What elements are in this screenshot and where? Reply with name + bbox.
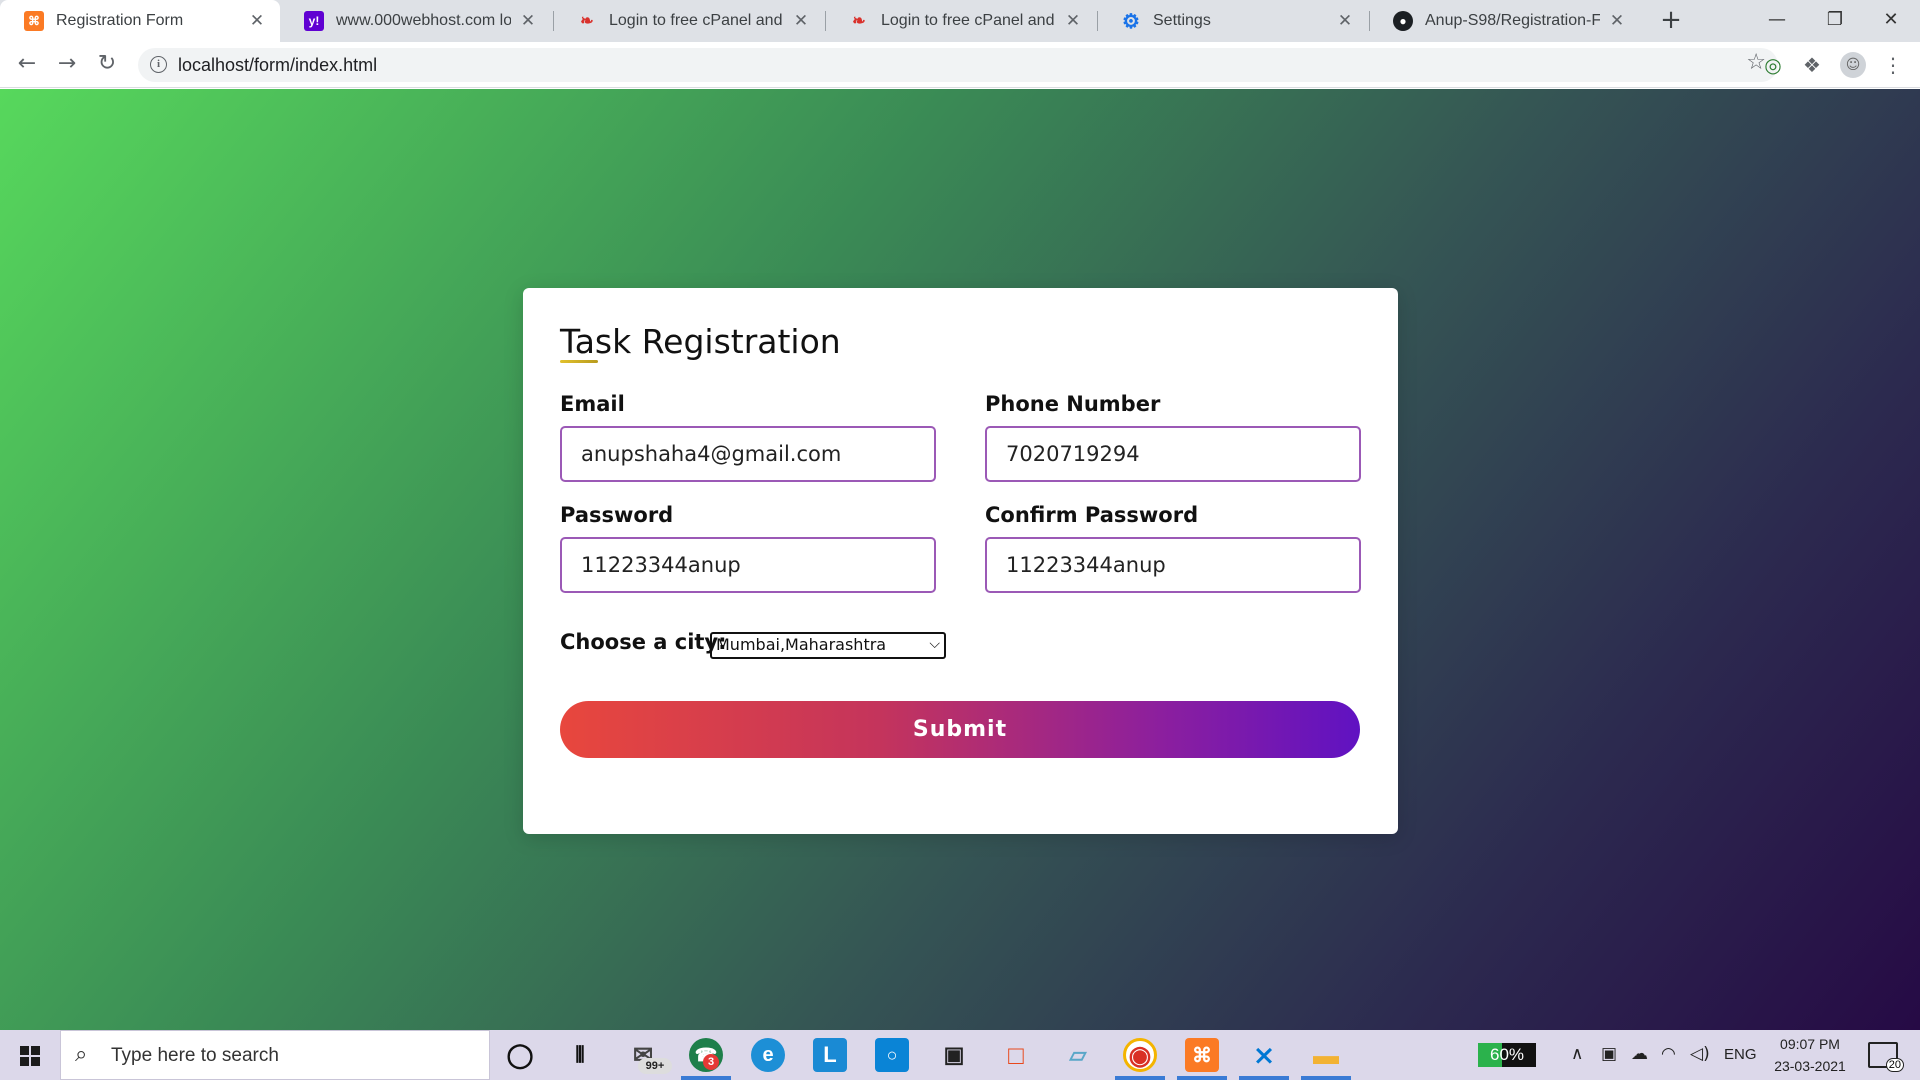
battery-percent: 60% bbox=[1490, 1045, 1525, 1064]
back-button[interactable]: ← bbox=[11, 49, 43, 81]
close-icon[interactable]: ✕ bbox=[1608, 11, 1626, 31]
confirm-password-field[interactable]: 11223344anup bbox=[985, 537, 1361, 593]
search-icon: ⌕ bbox=[75, 1042, 88, 1067]
wifi-icon[interactable]: ◠ bbox=[1661, 1044, 1676, 1064]
close-icon[interactable]: ✕ bbox=[248, 11, 266, 31]
tab-title: Anup-S98/Registration-Form bbox=[1425, 12, 1600, 29]
meet-now-icon[interactable]: ▣ bbox=[1601, 1044, 1617, 1064]
close-icon[interactable]: ✕ bbox=[1064, 11, 1082, 31]
page-background: Task Registration Email anupshaha4@gmail… bbox=[0, 89, 1920, 1030]
submit-button[interactable]: Submit bbox=[560, 701, 1360, 758]
password-field[interactable]: 11223344anup bbox=[560, 537, 936, 593]
form-heading: Task Registration bbox=[560, 322, 841, 361]
task-view-icon[interactable]: ⫴ bbox=[563, 1038, 597, 1072]
close-window-button[interactable]: ✕ bbox=[1862, 0, 1920, 42]
phone-field[interactable]: 7020719294 bbox=[985, 426, 1361, 482]
city-label: Choose a city: bbox=[560, 630, 727, 654]
volume-icon[interactable]: ◁) bbox=[1690, 1044, 1710, 1064]
file-explorer-icon[interactable]: ▬ bbox=[1309, 1038, 1343, 1072]
close-icon[interactable]: ✕ bbox=[792, 11, 810, 31]
clock-time: 09:07 PM bbox=[1780, 1036, 1840, 1052]
minimize-button[interactable]: — bbox=[1748, 0, 1806, 42]
cortana-icon[interactable]: ◯ bbox=[503, 1038, 537, 1072]
000webhost-icon: ❧ bbox=[852, 13, 866, 30]
tab-cpanel-login-1[interactable]: ❧ Login to free cPanel and man ✕ bbox=[553, 0, 824, 42]
edge-browser-icon[interactable]: e bbox=[751, 1038, 785, 1072]
tab-title: www.000webhost.com login bbox=[336, 12, 511, 29]
windows-logo-icon bbox=[20, 1046, 40, 1066]
heading-underline bbox=[560, 360, 598, 363]
camera-icon[interactable]: ▣ bbox=[937, 1038, 971, 1072]
site-info-icon[interactable]: i bbox=[150, 56, 167, 73]
menu-kebab-icon[interactable]: ⋮ bbox=[1880, 52, 1906, 78]
taskbar-search[interactable]: ⌕ Type here to search bbox=[60, 1030, 490, 1080]
tab-github-repo[interactable]: ● Anup-S98/Registration-Form ✕ bbox=[1369, 0, 1640, 42]
whatsapp-badge: 3 bbox=[703, 1054, 719, 1070]
battery-indicator[interactable]: 60% bbox=[1478, 1043, 1536, 1067]
search-placeholder: Type here to search bbox=[111, 1045, 279, 1066]
xampp-icon: ⌘ bbox=[24, 11, 44, 31]
mail-badge: 99+ bbox=[638, 1058, 672, 1074]
confirm-password-label: Confirm Password bbox=[985, 503, 1199, 527]
active-indicator bbox=[1177, 1076, 1227, 1080]
browser-toolbar: ← → ↻ i localhost/form/index.html ☆ ◎ ❖ … bbox=[0, 42, 1920, 88]
start-button[interactable] bbox=[0, 1030, 60, 1080]
onedrive-icon[interactable]: ☁ bbox=[1631, 1044, 1648, 1064]
office-icon[interactable]: □ bbox=[999, 1038, 1033, 1072]
xampp-icon[interactable]: ⌘ bbox=[1185, 1038, 1219, 1072]
yahoo-icon: y! bbox=[304, 11, 324, 31]
blue-app-icon[interactable]: ○ bbox=[875, 1038, 909, 1072]
city-selected-value: Mumbai,Maharashtra bbox=[716, 635, 887, 654]
tab-000webhost-login[interactable]: y! www.000webhost.com login ✕ bbox=[280, 0, 551, 42]
000webhost-icon: ❧ bbox=[580, 13, 594, 30]
restore-button[interactable]: ❐ bbox=[1806, 0, 1864, 42]
tab-title: Registration Form bbox=[56, 12, 184, 29]
notification-count: 20 bbox=[1885, 1058, 1904, 1072]
tab-cpanel-login-2[interactable]: ❧ Login to free cPanel and man ✕ bbox=[825, 0, 1096, 42]
active-indicator bbox=[681, 1076, 731, 1080]
chrome-icon[interactable]: ◉ bbox=[1123, 1038, 1157, 1072]
url-text[interactable]: localhost/form/index.html bbox=[178, 55, 377, 76]
new-tab-button[interactable]: + bbox=[1656, 6, 1686, 36]
password-label: Password bbox=[560, 503, 674, 527]
phone-label: Phone Number bbox=[985, 392, 1161, 416]
settings-gear-icon: ⚙ bbox=[1122, 10, 1140, 33]
notes-app-icon[interactable]: ▱ bbox=[1061, 1038, 1095, 1072]
tab-title: Login to free cPanel and man bbox=[609, 12, 784, 29]
tab-registration-form[interactable]: ⌘ Registration Form ✕ bbox=[0, 0, 280, 42]
close-icon[interactable]: ✕ bbox=[519, 11, 537, 31]
active-indicator bbox=[1239, 1076, 1289, 1080]
email-label: Email bbox=[560, 392, 625, 416]
earth-extension-icon[interactable]: ◎ bbox=[1760, 52, 1786, 78]
forward-button[interactable]: → bbox=[51, 49, 83, 81]
system-clock[interactable]: 09:07 PM 23-03-2021 bbox=[1760, 1033, 1860, 1077]
profile-avatar[interactable]: ☺ bbox=[1840, 52, 1866, 78]
active-indicator bbox=[1115, 1076, 1165, 1080]
tab-strip: ⌘ Registration Form ✕ y! www.000webhost.… bbox=[0, 0, 1920, 42]
clock-date: 23-03-2021 bbox=[1774, 1058, 1846, 1074]
tab-title: Settings bbox=[1153, 12, 1211, 29]
address-bar[interactable]: i localhost/form/index.html ☆ bbox=[138, 48, 1778, 82]
notification-center-icon[interactable]: 20 bbox=[1868, 1042, 1904, 1072]
city-select[interactable]: Mumbai,Maharashtra ⌵ bbox=[710, 632, 946, 659]
tab-title: Login to free cPanel and man bbox=[881, 12, 1056, 29]
language-indicator[interactable]: ENG bbox=[1724, 1046, 1757, 1063]
vscode-icon[interactable]: ⨯ bbox=[1247, 1038, 1281, 1072]
tab-settings[interactable]: ⚙ Settings ✕ bbox=[1097, 0, 1368, 42]
active-indicator bbox=[1301, 1076, 1351, 1080]
chevron-down-icon: ⌵ bbox=[929, 636, 940, 652]
windows-taskbar: ⌕ Type here to search ◯ ⫴ ✉ 99+ ☎ 3 e L … bbox=[0, 1030, 1920, 1080]
close-icon[interactable]: ✕ bbox=[1336, 11, 1354, 31]
github-icon: ● bbox=[1393, 11, 1413, 31]
extensions-puzzle-icon[interactable]: ❖ bbox=[1799, 52, 1825, 78]
registration-card: Task Registration Email anupshaha4@gmail… bbox=[523, 288, 1398, 834]
email-field[interactable]: anupshaha4@gmail.com bbox=[560, 426, 936, 482]
l-app-icon[interactable]: L bbox=[813, 1038, 847, 1072]
chevron-up-icon[interactable]: ∧ bbox=[1571, 1044, 1583, 1064]
reload-button[interactable]: ↻ bbox=[91, 49, 123, 81]
